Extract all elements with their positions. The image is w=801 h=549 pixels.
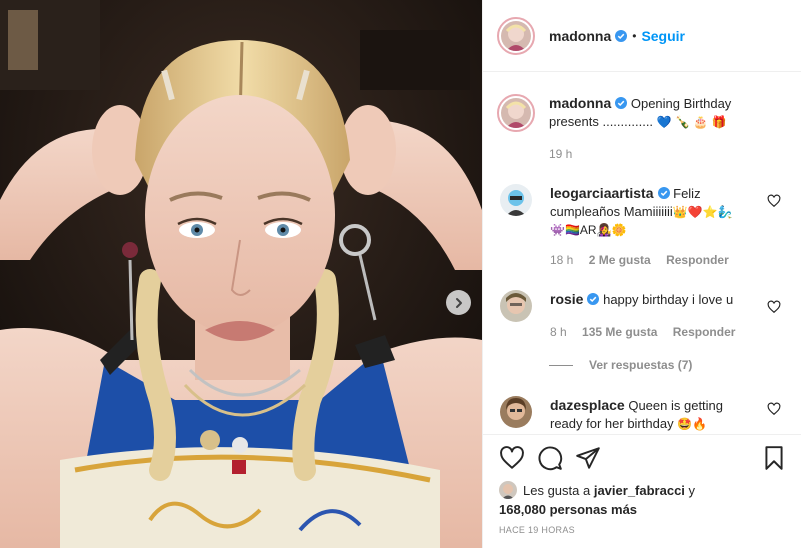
comment-icon[interactable] (537, 445, 563, 471)
reply-button[interactable]: Responder (673, 325, 736, 339)
caption-username[interactable]: madonna (549, 95, 611, 111)
like-comment-heart-icon[interactable] (767, 194, 781, 208)
replies-line (549, 364, 573, 366)
liker-username[interactable]: javier_fabracci (594, 483, 685, 498)
caption-emojis: 💙 🍾 🎂 🎁 (656, 115, 727, 129)
likes-summary: Les gusta a javier_fabracci y 168,080 pe… (499, 481, 695, 519)
caption-time[interactable]: 19 h (549, 147, 572, 161)
bookmark-icon[interactable] (761, 445, 787, 471)
next-photo-button[interactable] (446, 290, 471, 315)
heart-icon[interactable] (499, 445, 525, 471)
comment-username[interactable]: leogarciaartista (550, 185, 654, 201)
post-header: madonna • Seguir (483, 0, 801, 72)
comment-item: dazesplace Queen is getting ready for he… (497, 396, 791, 433)
comment-likes[interactable]: 2 Me gusta (589, 253, 651, 267)
comment-username[interactable]: rosie (550, 291, 583, 307)
author-avatar[interactable] (497, 16, 535, 55)
caption: madonna Opening Birthday presents ......… (497, 94, 791, 163)
post-sidebar: madonna • Seguir madonna Opening Birthda… (482, 0, 801, 548)
comment-username[interactable]: dazesplace (550, 397, 625, 413)
verified-icon (657, 187, 670, 199)
commenter-avatar[interactable] (500, 396, 532, 428)
comment-text: happy birthday i love u (603, 292, 734, 307)
separator-dot: • (632, 28, 637, 43)
post-photo[interactable] (0, 0, 482, 548)
likes-conj: y (688, 483, 696, 498)
like-comment-heart-icon[interactable] (767, 402, 781, 416)
photo-illustration (0, 0, 482, 548)
likes-prefix: Les gusta a (523, 483, 591, 498)
comment-emojis: 🤩🔥 (677, 417, 708, 431)
comment-item: leogarciaartista Feliz cumpleaños Mamiii… (497, 184, 791, 269)
verified-icon (615, 97, 628, 109)
comment-item: rosie happy birthday i love u 8 h 135 Me… (497, 290, 791, 341)
like-comment-heart-icon[interactable] (767, 300, 781, 314)
share-icon[interactable] (575, 445, 601, 471)
post-actions: Les gusta a javier_fabracci y 168,080 pe… (483, 434, 801, 549)
liker-avatar[interactable] (499, 481, 517, 499)
comment-time[interactable]: 18 h (550, 253, 573, 267)
post-timestamp[interactable]: HACE 19 HORAS (499, 525, 575, 535)
caption-avatar[interactable] (497, 94, 535, 132)
comments-list[interactable]: madonna Opening Birthday presents ......… (483, 72, 801, 434)
commenter-avatar[interactable] (500, 290, 532, 322)
instagram-post: madonna • Seguir madonna Opening Birthda… (0, 0, 801, 548)
comment-time[interactable]: 8 h (550, 325, 567, 339)
comment-likes[interactable]: 135 Me gusta (582, 325, 657, 339)
view-replies-label: Ver respuestas (7) (589, 358, 693, 372)
view-replies-button[interactable]: Ver respuestas (7) (549, 358, 692, 372)
likes-count[interactable]: 168,080 personas más (499, 502, 637, 517)
author-username[interactable]: madonna (549, 28, 611, 44)
chevron-right-icon (455, 297, 462, 308)
verified-icon (615, 29, 628, 42)
reply-button[interactable]: Responder (666, 253, 729, 267)
verified-icon (587, 293, 600, 305)
commenter-avatar[interactable] (500, 184, 532, 216)
follow-button[interactable]: Seguir (641, 28, 685, 44)
